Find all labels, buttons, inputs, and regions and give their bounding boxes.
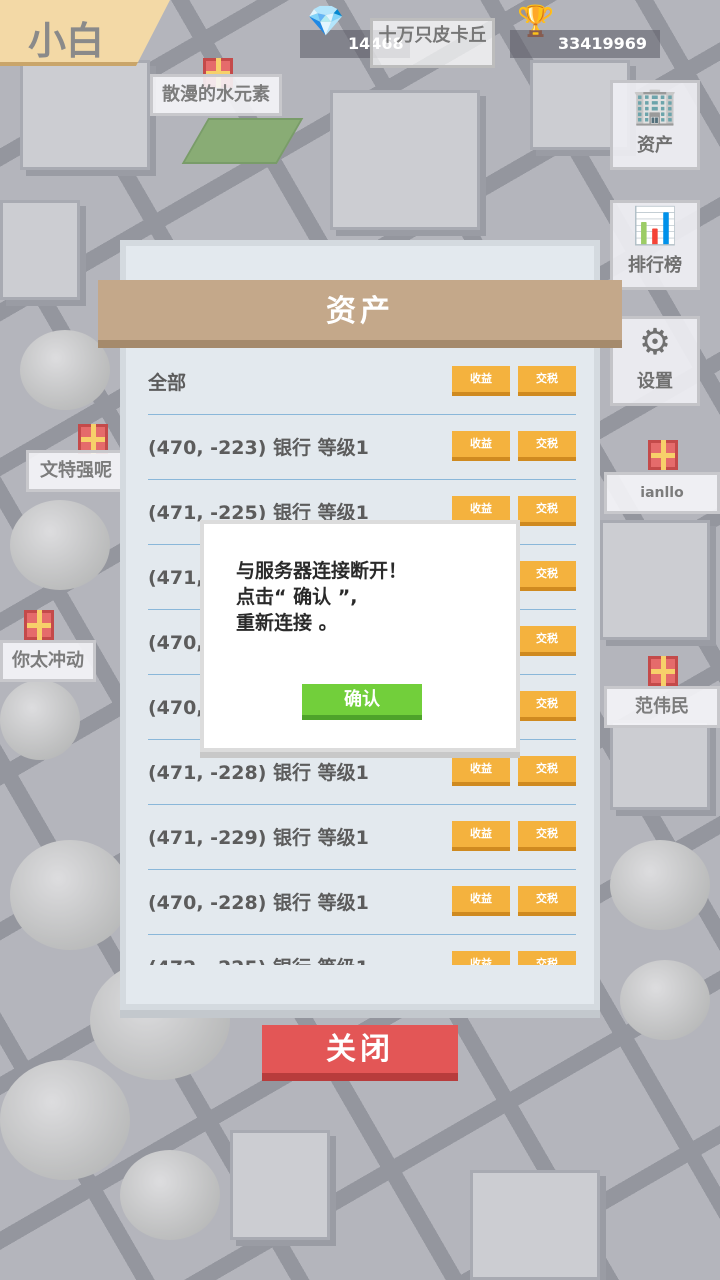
coin-value: 33419969 [558,34,648,53]
list-item: (470, -228) 银行 等级1 收益 交税 [148,870,576,935]
panel-title: 资产 [98,280,622,348]
side-button-settings[interactable]: ⚙ 设置 [610,316,700,406]
side-button-leaderboard[interactable]: 📊 排行榜 [610,200,700,290]
row-label: (471, -229) 银行 等级1 [148,827,369,849]
tax-button[interactable]: 交税 [518,886,576,916]
tax-button[interactable]: 交税 [518,691,576,721]
top-center-label[interactable]: 十万只皮卡丘 [370,18,495,68]
leaderboard-icon: 📊 [632,206,678,247]
tax-button[interactable]: 交税 [518,366,576,396]
tax-button[interactable]: 交税 [518,496,576,526]
income-button[interactable]: 收益 [452,886,510,916]
dialog-line: 重新连接 。 [236,612,338,634]
gift-icon[interactable] [24,610,54,640]
tax-button[interactable]: 交税 [518,431,576,461]
row-label: 全部 [148,372,187,394]
map-label-fanweimin[interactable]: 范伟民 [604,686,720,728]
building-icon: 🏢 [632,86,678,127]
tax-button[interactable]: 交税 [518,951,576,965]
tax-button[interactable]: 交税 [518,821,576,851]
income-button[interactable]: 收益 [452,951,510,965]
side-label-leaderboard: 排行榜 [628,255,682,276]
income-button[interactable]: 收益 [452,821,510,851]
list-item: 全部 收益 交税 [148,350,576,415]
disconnect-dialog: 与服务器连接断开！ 点击“ 确认 ”, 重新连接 。 确认 [200,520,520,752]
income-button[interactable]: 收益 [452,756,510,786]
side-button-assets[interactable]: 🏢 资产 [610,80,700,170]
map-label-nitai[interactable]: 你太冲动 [0,640,96,682]
gear-icon: ⚙ [638,322,672,363]
list-item: (472, -225) 银行 等级1 收益 交税 [148,935,576,965]
player-name: 小白 [28,19,105,63]
side-label-assets: 资产 [637,135,673,156]
map-label-sanman[interactable]: 散漫的水元素 [150,74,282,116]
income-button[interactable]: 收益 [452,431,510,461]
coin-stack-icon: 🏆 [517,4,555,39]
row-label: (470, -228) 银行 等级1 [148,892,369,914]
tax-button[interactable]: 交税 [518,756,576,786]
map-label-ianllo[interactable]: ianllo [604,472,720,514]
map-label-wente[interactable]: 文特强呢 [26,450,126,492]
tax-button[interactable]: 交税 [518,561,576,591]
row-label: (470, -223) 银行 等级1 [148,437,369,459]
dialog-line: 与服务器连接断开！ [236,560,408,582]
dialog-line: 点击“ 确认 ”, [236,586,358,608]
tax-button[interactable]: 交税 [518,626,576,656]
diamond-icon: 💎 [307,4,345,39]
list-item: (470, -223) 银行 等级1 收益 交税 [148,415,576,480]
income-button[interactable]: 收益 [452,366,510,396]
side-label-settings: 设置 [637,371,673,392]
close-button[interactable]: 关闭 [262,1025,458,1081]
row-label: (471, -228) 银行 等级1 [148,762,369,784]
list-item: (471, -229) 银行 等级1 收益 交税 [148,805,576,870]
confirm-button[interactable]: 确认 [302,684,422,720]
coin-counter: 🏆 33419969 [510,7,660,58]
gift-icon[interactable] [648,440,678,470]
dialog-message: 与服务器连接断开！ 点击“ 确认 ”, 重新连接 。 [236,558,506,636]
gift-icon[interactable] [648,656,678,686]
row-label: (472, -225) 银行 等级1 [148,953,369,965]
